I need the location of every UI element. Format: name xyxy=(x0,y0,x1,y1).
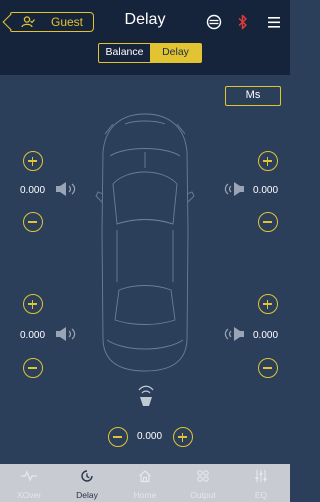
tab-xover[interactable]: XOver xyxy=(0,464,58,502)
tab-delay-label: Delay xyxy=(76,490,98,500)
front-right-plus-button[interactable] xyxy=(258,151,278,171)
bluetooth-icon[interactable] xyxy=(237,14,249,30)
tab-home[interactable]: Home xyxy=(116,464,174,502)
sliders-icon xyxy=(255,470,267,482)
tab-eq[interactable]: EQ xyxy=(232,464,290,502)
subwoofer-delay-value: 0.000 xyxy=(137,431,163,442)
car-illustration xyxy=(95,113,195,372)
rear-right-delay-value: 0.000 xyxy=(253,330,279,341)
front-left-plus-button[interactable] xyxy=(23,151,43,171)
tab-eq-label: EQ xyxy=(254,490,268,500)
rear-left-delay-value: 0.000 xyxy=(20,330,46,341)
rear-left-plus-button[interactable] xyxy=(23,294,43,314)
subwoofer-minus-button[interactable] xyxy=(108,427,128,447)
tab-delay[interactable]: Delay xyxy=(58,464,116,502)
bottom-tab-bar: XOver Delay Home Output EQ xyxy=(0,464,290,502)
front-right-minus-button[interactable] xyxy=(258,212,278,232)
rear-right-plus-button[interactable] xyxy=(258,294,278,314)
mode-segmented-control: Balance Delay xyxy=(98,43,202,63)
tab-xover-label: XOver xyxy=(16,490,42,500)
front-right-delay-value: 0.000 xyxy=(253,185,279,196)
rear-left-minus-button[interactable] xyxy=(23,358,43,378)
tab-output[interactable]: Output xyxy=(174,464,232,502)
speaker-rear-left-icon xyxy=(56,327,76,341)
menu-icon[interactable] xyxy=(267,14,281,30)
pulse-icon xyxy=(21,470,37,482)
subwoofer-plus-button[interactable] xyxy=(173,427,193,447)
speaker-front-right-icon xyxy=(224,182,244,196)
delay-tab[interactable]: Delay xyxy=(150,44,201,62)
home-icon xyxy=(139,470,151,483)
connection-icon[interactable] xyxy=(206,14,222,30)
tab-output-label: Output xyxy=(190,490,216,500)
subwoofer-icon xyxy=(138,385,154,406)
tab-home-label: Home xyxy=(133,490,157,500)
header-bar: Guest Delay Balance Delay xyxy=(0,0,290,75)
front-left-delay-value: 0.000 xyxy=(20,185,46,196)
unit-button[interactable]: Ms xyxy=(225,86,281,106)
front-left-minus-button[interactable] xyxy=(23,212,43,232)
speaker-front-left-icon xyxy=(56,182,76,196)
balance-tab[interactable]: Balance xyxy=(99,44,150,62)
clock-icon xyxy=(81,470,93,482)
rear-right-minus-button[interactable] xyxy=(258,358,278,378)
grid-icon xyxy=(197,470,209,482)
speaker-rear-right-icon xyxy=(224,327,244,341)
